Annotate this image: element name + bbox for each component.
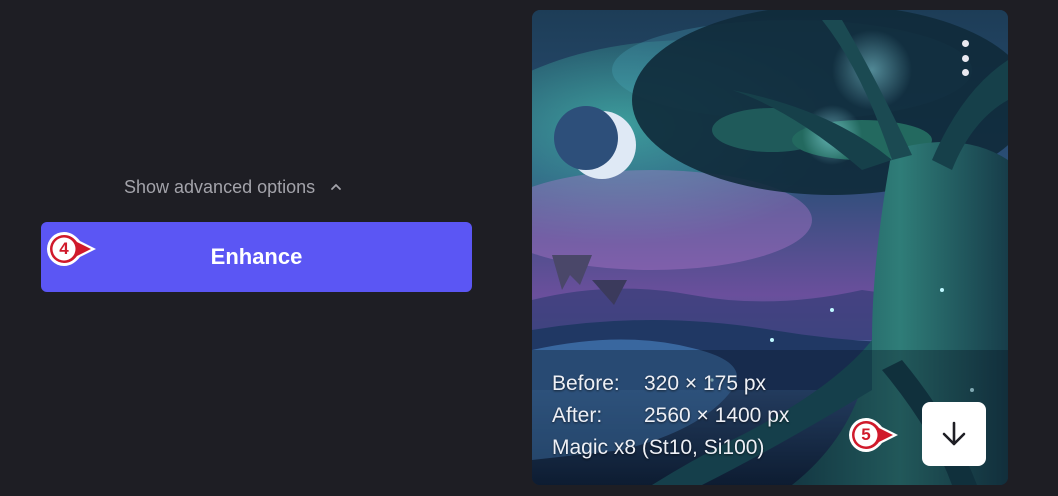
- before-label: Before:: [552, 372, 620, 395]
- after-value: 2560 × 1400 px: [644, 404, 790, 427]
- more-vertical-icon: [961, 40, 969, 47]
- step-marker-5-label: 5: [861, 425, 871, 444]
- chevron-up-icon: [329, 180, 343, 194]
- enhance-panel: Show advanced options Enhance 4 Before: …: [0, 0, 1058, 496]
- result-info: Before: 320 × 175 px After: 2560 × 1400 …: [552, 368, 789, 464]
- after-size-row: After: 2560 × 1400 px: [552, 400, 789, 432]
- more-options-menu[interactable]: [958, 40, 972, 76]
- more-vertical-icon-dot: [961, 54, 969, 62]
- enhance-button[interactable]: Enhance: [41, 222, 472, 292]
- advanced-options-label: Show advanced options: [124, 176, 316, 197]
- model-info: Magic x8 (St10, Si100): [552, 436, 765, 459]
- download-button[interactable]: [922, 402, 986, 466]
- more-vertical-icon-dot: [961, 69, 969, 76]
- result-image-card: Before: 320 × 175 px After: 2560 × 1400 …: [532, 10, 1008, 485]
- step-marker-5: 5: [846, 415, 898, 455]
- before-size-row: Before: 320 × 175 px: [552, 368, 789, 400]
- step-marker-4: 4: [44, 229, 96, 269]
- download-arrow-icon: [942, 421, 966, 446]
- step-marker-4-label: 4: [59, 239, 69, 258]
- advanced-options-toggle[interactable]: Show advanced options: [124, 174, 343, 200]
- model-info-row: Magic x8 (St10, Si100): [552, 432, 789, 464]
- after-label: After:: [552, 404, 603, 427]
- before-value: 320 × 175 px: [644, 372, 767, 395]
